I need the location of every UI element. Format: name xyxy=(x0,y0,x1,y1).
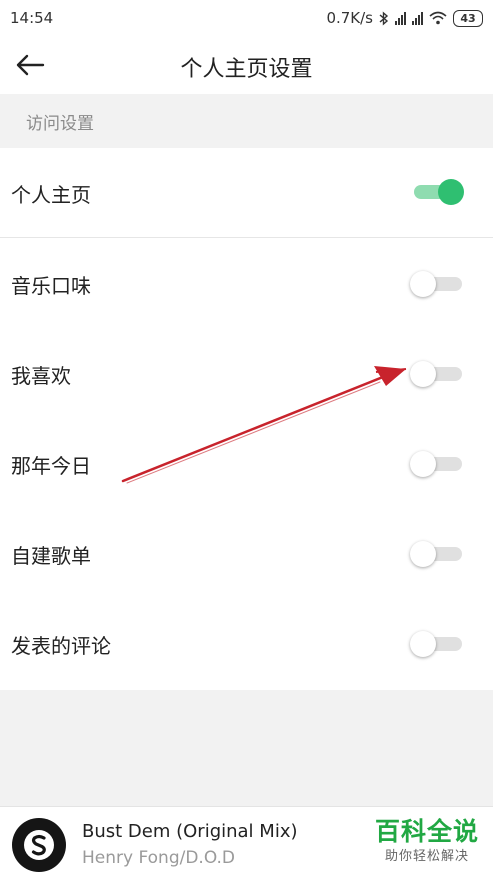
wifi-icon xyxy=(429,11,447,25)
track-title: Bust Dem (Original Mix) xyxy=(82,821,298,842)
music-taste-toggle[interactable] xyxy=(410,270,462,298)
watermark-subtitle: 助你轻松解决 xyxy=(384,849,469,864)
album-logo-icon xyxy=(24,830,54,860)
section-header: 访问设置 xyxy=(0,94,493,148)
page-title: 个人主页设置 xyxy=(180,57,313,82)
status-icons: 0.7K/s 43 xyxy=(326,9,483,27)
status-time: 14:54 xyxy=(10,9,54,27)
signal-icon xyxy=(395,11,406,25)
setting-label: 个人主页 xyxy=(11,182,91,207)
battery-icon: 43 xyxy=(453,9,483,27)
mini-player[interactable]: Bust Dem (Original Mix) Henry Fong/D.O.D… xyxy=(0,806,493,878)
bluetooth-icon xyxy=(379,10,389,26)
setting-label: 音乐口味 xyxy=(11,273,91,298)
setting-row-my-likes: 我喜欢 xyxy=(0,329,493,419)
created-playlists-toggle[interactable] xyxy=(410,540,462,568)
comments-toggle[interactable] xyxy=(410,630,462,658)
homepage-toggle[interactable] xyxy=(410,178,464,206)
setting-row-music-taste: 音乐口味 xyxy=(0,239,493,329)
setting-label: 自建歌单 xyxy=(11,543,91,568)
status-bar: 14:54 0.7K/s 43 xyxy=(0,0,493,36)
track-artist: Henry Fong/D.O.D xyxy=(82,848,236,868)
header: 个人主页设置 xyxy=(0,36,493,94)
my-likes-toggle[interactable] xyxy=(410,360,462,388)
net-speed: 0.7K/s xyxy=(326,9,373,27)
signal-icon xyxy=(412,11,423,25)
setting-row-this-day: 那年今日 xyxy=(0,419,493,509)
section-title: 访问设置 xyxy=(26,113,94,134)
setting-row-created-playlists: 自建歌单 xyxy=(0,509,493,599)
setting-row-comments: 发表的评论 xyxy=(0,599,493,689)
setting-row-homepage: 个人主页 xyxy=(0,148,493,238)
watermark-title: 百科全说 xyxy=(374,817,479,846)
setting-label: 我喜欢 xyxy=(11,363,71,388)
this-day-toggle[interactable] xyxy=(410,450,462,478)
divider xyxy=(0,237,493,238)
settings-list: 个人主页 音乐口味 我喜欢 那年今日 自建歌单 发表的评论 xyxy=(0,148,493,690)
watermark-logo: 百科全说 助你轻松解决 xyxy=(368,817,486,867)
album-art[interactable] xyxy=(12,818,66,872)
setting-label: 那年今日 xyxy=(11,453,91,478)
setting-label: 发表的评论 xyxy=(11,633,111,658)
